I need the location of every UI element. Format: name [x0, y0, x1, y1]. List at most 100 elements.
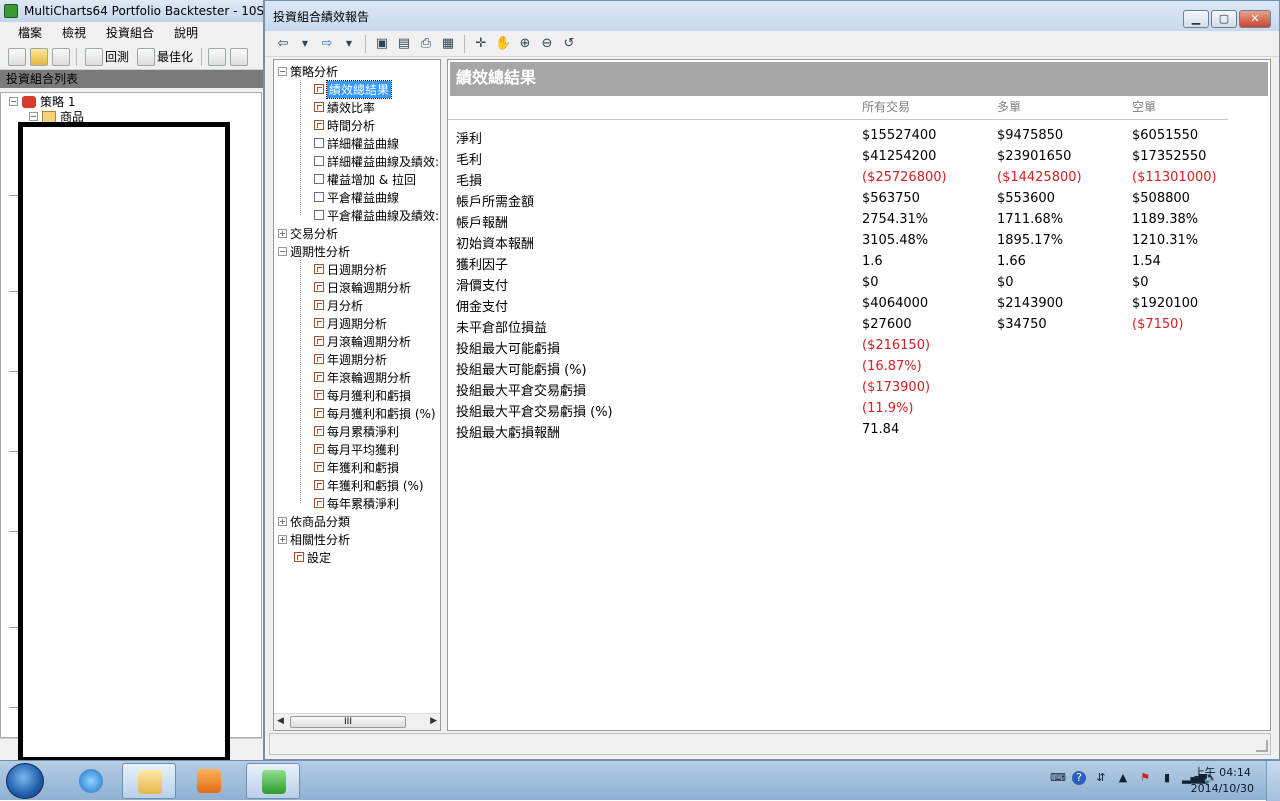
tree-item[interactable]: 平倉權益曲線及績效:	[314, 206, 439, 224]
scroll-thumb[interactable]: III	[290, 716, 406, 728]
tree-item[interactable]: 月分析	[314, 296, 363, 314]
tree-item[interactable]: 每月累積淨利	[314, 422, 399, 440]
tree-item[interactable]: 績效總結果	[314, 79, 393, 99]
tree-item[interactable]: 權益增加 & 拉回	[314, 170, 416, 188]
portfolio-list-title: 投資組合列表	[0, 70, 263, 88]
tree-settings[interactable]: 設定	[294, 548, 331, 566]
cell-short: $6051550	[1132, 128, 1199, 143]
tree-item[interactable]: 月滾輪週期分析	[314, 332, 411, 350]
tree-item-label: 月週期分析	[327, 316, 388, 331]
export-icon[interactable]: ▤	[396, 36, 412, 52]
menu-file[interactable]: 檔案	[8, 22, 52, 44]
crosshair-icon[interactable]: ✛	[473, 36, 489, 52]
table-icon[interactable]: ▦	[440, 36, 456, 52]
collapse-icon[interactable]: −	[9, 97, 18, 106]
forward-icon[interactable]: ⇨	[319, 36, 335, 52]
taskbar-multicharts[interactable]	[246, 763, 300, 799]
row-label: 帳戶所需金額	[456, 195, 535, 210]
open-folder-icon[interactable]	[30, 47, 48, 66]
taskbar-ie[interactable]	[64, 763, 118, 799]
maximize-button[interactable]: ▢	[1211, 10, 1237, 28]
tree-section-3[interactable]: + 依商品分類	[278, 512, 350, 530]
product-icon	[42, 110, 56, 123]
zoom-out-icon[interactable]: ⊖	[539, 36, 555, 52]
backtest-button[interactable]: 回測	[83, 47, 131, 66]
tree-item[interactable]: 績效比率	[314, 98, 375, 116]
toolbar-separator	[201, 47, 203, 66]
power-icon[interactable]: ▮	[1160, 771, 1174, 785]
tree-item-label: 詳細權益曲線及績效:	[327, 154, 440, 169]
back-icon[interactable]: ⇦	[275, 36, 291, 52]
horizontal-scrollbar[interactable]: ◀ III ▶	[274, 713, 440, 730]
save-icon[interactable]: ▣	[374, 36, 390, 52]
row-label: 投組最大虧損報酬	[456, 426, 561, 441]
tree-item[interactable]: 年週期分析	[314, 350, 387, 368]
clock[interactable]: 上午 04:14 2014/10/30	[1191, 765, 1254, 797]
tree-item[interactable]: 詳細權益曲線	[314, 134, 399, 152]
tree-section-1[interactable]: + 交易分析	[278, 224, 338, 242]
report-icon[interactable]	[208, 47, 227, 66]
main-title-bar[interactable]: MultiCharts64 Portfolio Backtester - 10S…	[0, 0, 263, 22]
show-desktop-button[interactable]	[1266, 761, 1280, 801]
new-portfolio-icon[interactable]	[8, 47, 26, 66]
collapse-icon[interactable]: −	[278, 66, 287, 76]
tree-item[interactable]: 日滾輪週期分析	[314, 278, 411, 296]
home-icon[interactable]	[230, 47, 249, 66]
tree-section-label: 策略分析	[290, 64, 339, 79]
tree-item[interactable]: 年滾輪週期分析	[314, 368, 411, 386]
menu-help[interactable]: 說明	[164, 22, 208, 44]
minimize-button[interactable]: ▁	[1183, 10, 1209, 28]
report-title-bar[interactable]: 投資組合績效報告 ▁ ▢ ✕	[265, 1, 1279, 31]
help-icon[interactable]: ?	[1072, 771, 1086, 785]
tree-item[interactable]: 每月獲利和虧損	[314, 386, 411, 404]
tree-item[interactable]: 月週期分析	[314, 314, 387, 332]
cell-short: $1920100	[1132, 296, 1199, 311]
cell-long: $34750	[997, 317, 1047, 332]
taskbar-explorer[interactable]	[122, 763, 176, 799]
table-report-icon	[314, 264, 324, 274]
keyboard-icon[interactable]: ⌨	[1050, 771, 1066, 785]
save-icon[interactable]	[52, 47, 70, 66]
collapse-icon[interactable]: −	[29, 112, 38, 121]
scroll-right-icon[interactable]: ▶	[430, 716, 437, 726]
menu-portfolio[interactable]: 投資組合	[96, 22, 164, 44]
collapse-icon[interactable]: −	[278, 246, 287, 256]
tree-item[interactable]: 每月獲利和虧損 (%)	[314, 404, 436, 422]
tree-item[interactable]: 年獲利和虧損	[314, 458, 399, 476]
start-button[interactable]	[6, 763, 44, 799]
hand-icon[interactable]: ✋	[495, 36, 511, 52]
tree-item[interactable]: 詳細權益曲線及績效:	[314, 152, 439, 170]
tree-section-0[interactable]: − 策略分析	[278, 62, 338, 80]
dropdown-arrow-icon[interactable]: ▼	[341, 36, 357, 52]
zoom-in-icon[interactable]: ⊕	[517, 36, 533, 52]
report-nav-tree[interactable]: − 策略分析 績效總結果 績效比率 時間分析 詳細權益曲線 詳細權益曲線及績效: 權益增加 &…	[273, 59, 441, 731]
expand-icon[interactable]: +	[278, 534, 287, 544]
tree-item[interactable]: 年獲利和虧損 (%)	[314, 476, 424, 494]
print-icon[interactable]: ⎙	[418, 36, 434, 52]
tree-item[interactable]: 時間分析	[314, 116, 375, 134]
taskbar-media[interactable]	[182, 763, 236, 799]
expand-icon[interactable]: +	[278, 228, 287, 238]
menu-view[interactable]: 檢視	[52, 22, 96, 44]
dropdown-arrow-icon[interactable]: ▼	[297, 36, 313, 52]
table-row: 毛損 ($25726800) ($14425800) ($11301000)	[448, 170, 1228, 191]
close-button[interactable]: ✕	[1239, 10, 1271, 28]
tree-item-label: 日週期分析	[327, 262, 388, 277]
tree-item[interactable]: 每年累積淨利	[314, 494, 399, 512]
scroll-left-icon[interactable]: ◀	[277, 716, 284, 726]
tree-item-label: 平倉權益曲線及績效:	[327, 208, 440, 223]
action-center-flag-icon[interactable]: ⚑	[1138, 771, 1152, 785]
tree-item[interactable]: 平倉權益曲線	[314, 188, 399, 206]
resize-grip-icon[interactable]	[1256, 740, 1268, 752]
optimize-button[interactable]: 最佳化	[135, 47, 195, 66]
tree-section-4[interactable]: + 相關性分析	[278, 530, 350, 548]
cell-short: 1210.31%	[1132, 233, 1199, 248]
tree-item[interactable]: 日週期分析	[314, 260, 387, 278]
show-hidden-icons[interactable]: ▲	[1116, 771, 1130, 785]
reset-zoom-icon[interactable]: ↺	[561, 36, 577, 52]
table-row: 投組最大平倉交易虧損 (%) (11.9%)	[448, 401, 1228, 422]
expand-icon[interactable]: +	[278, 516, 287, 526]
tree-item[interactable]: 每月平均獲利	[314, 440, 399, 458]
ime-icon[interactable]: ⇵	[1094, 771, 1108, 785]
tree-section-2[interactable]: − 週期性分析	[278, 242, 350, 260]
